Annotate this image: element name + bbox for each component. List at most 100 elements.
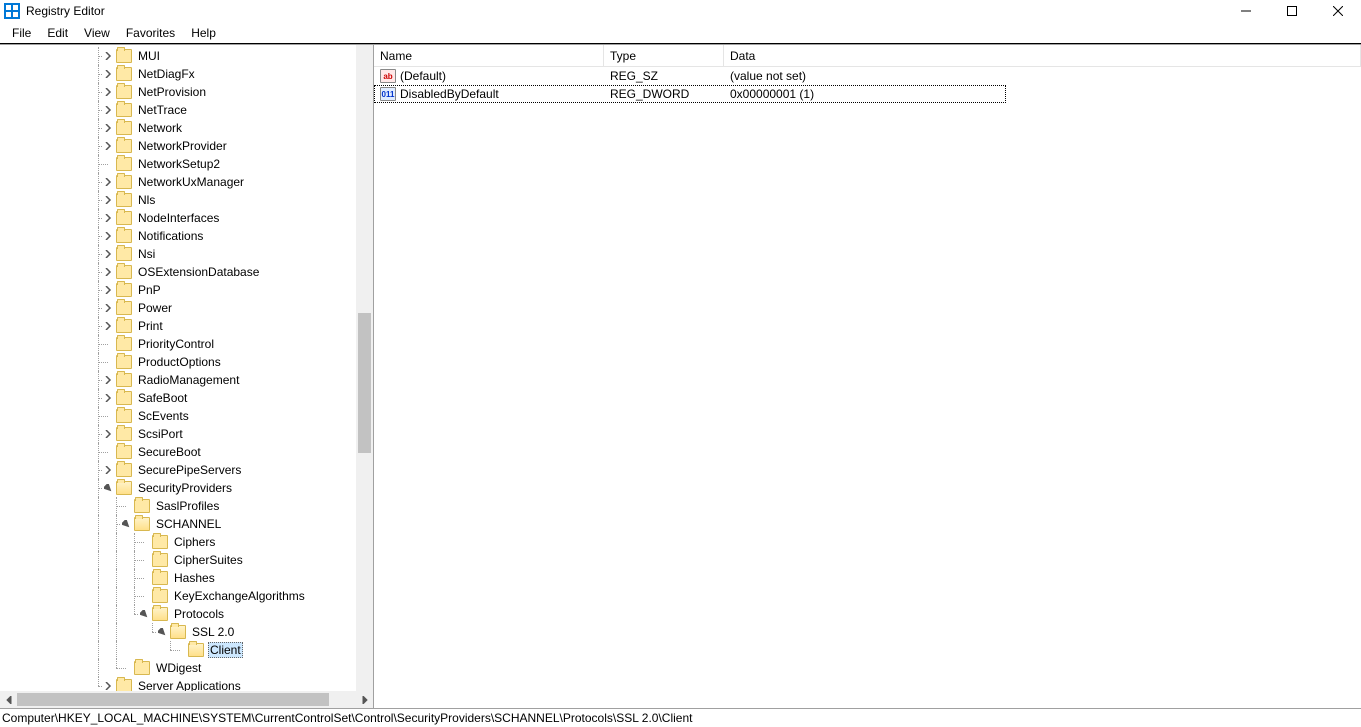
value-name: (Default)	[400, 69, 446, 83]
value-row[interactable]: 011DisabledByDefaultREG_DWORD0x00000001 …	[374, 85, 1006, 103]
tree-item[interactable]: NetProvision	[0, 83, 373, 101]
tree-item-label: PriorityControl	[136, 337, 216, 351]
expand-icon[interactable]	[102, 101, 114, 119]
tree-pane[interactable]: MUINetDiagFxNetProvisionNetTraceNetworkN…	[0, 45, 374, 708]
expand-icon[interactable]	[102, 209, 114, 227]
folder-icon	[116, 67, 132, 81]
tree-item[interactable]: OSExtensionDatabase	[0, 263, 373, 281]
tree-item[interactable]: SecurePipeServers	[0, 461, 373, 479]
menu-favorites[interactable]: Favorites	[118, 24, 183, 42]
tree-item[interactable]: NetworkSetup2	[0, 155, 373, 173]
collapse-icon[interactable]	[138, 605, 150, 623]
expand-icon[interactable]	[102, 371, 114, 389]
tree-item[interactable]: RadioManagement	[0, 371, 373, 389]
expand-icon[interactable]	[102, 119, 114, 137]
tree-item[interactable]: Hashes	[0, 569, 373, 587]
tree-item[interactable]: KeyExchangeAlgorithms	[0, 587, 373, 605]
expand-icon[interactable]	[102, 245, 114, 263]
expand-icon[interactable]	[102, 191, 114, 209]
tree-item-label: ScEvents	[136, 409, 191, 423]
tree-item[interactable]: PriorityControl	[0, 335, 373, 353]
maximize-button[interactable]	[1269, 0, 1315, 22]
tree-item-label: Protocols	[172, 607, 226, 621]
tree-item[interactable]: Client	[0, 641, 373, 659]
address-bar[interactable]: Computer\HKEY_LOCAL_MACHINE\SYSTEM\Curre…	[0, 708, 1361, 727]
tree-item[interactable]: NetDiagFx	[0, 65, 373, 83]
tree-item[interactable]: SSL 2.0	[0, 623, 373, 641]
tree-item[interactable]: Notifications	[0, 227, 373, 245]
collapse-icon[interactable]	[120, 515, 132, 533]
tree-item-label: OSExtensionDatabase	[136, 265, 261, 279]
expand-icon[interactable]	[102, 137, 114, 155]
tree-item-label: SecurePipeServers	[136, 463, 243, 477]
expand-icon[interactable]	[102, 47, 114, 65]
tree-item[interactable]: Nsi	[0, 245, 373, 263]
tree-item[interactable]: ProductOptions	[0, 353, 373, 371]
tree-item[interactable]: MUI	[0, 47, 373, 65]
menu-edit[interactable]: Edit	[39, 24, 76, 42]
tree-item[interactable]: Protocols	[0, 605, 373, 623]
values-pane[interactable]: Name Type Data ab(Default)REG_SZ(value n…	[374, 45, 1361, 708]
expand-icon[interactable]	[102, 83, 114, 101]
column-header-type[interactable]: Type	[604, 45, 724, 67]
tree-item[interactable]: WDigest	[0, 659, 373, 677]
tree-item[interactable]: Server Applications	[0, 677, 373, 691]
folder-icon	[152, 553, 168, 567]
folder-icon	[116, 445, 132, 459]
tree-horizontal-scrollbar[interactable]	[0, 691, 373, 708]
expand-icon[interactable]	[102, 173, 114, 191]
expand-icon[interactable]	[102, 461, 114, 479]
expand-icon[interactable]	[102, 281, 114, 299]
tree-item[interactable]: PnP	[0, 281, 373, 299]
tree-item[interactable]: SafeBoot	[0, 389, 373, 407]
close-button[interactable]	[1315, 0, 1361, 22]
scroll-right-arrow-icon[interactable]	[356, 691, 373, 708]
tree-item[interactable]: ScsiPort	[0, 425, 373, 443]
scrollbar-thumb[interactable]	[17, 693, 329, 706]
tree-item[interactable]: Power	[0, 299, 373, 317]
expand-icon[interactable]	[102, 227, 114, 245]
tree-item[interactable]: SCHANNEL	[0, 515, 373, 533]
expand-icon[interactable]	[102, 317, 114, 335]
value-row[interactable]: ab(Default)REG_SZ(value not set)	[374, 67, 1361, 85]
menu-file[interactable]: File	[4, 24, 39, 42]
tree-item[interactable]: NetworkUxManager	[0, 173, 373, 191]
tree-item-label: NetworkSetup2	[136, 157, 222, 171]
tree-vertical-scrollbar[interactable]	[356, 45, 373, 691]
menu-help[interactable]: Help	[183, 24, 224, 42]
tree-item[interactable]: Print	[0, 317, 373, 335]
tree-item-label: WDigest	[154, 661, 203, 675]
expand-icon[interactable]	[102, 299, 114, 317]
folder-icon	[116, 211, 132, 225]
tree-item[interactable]: NetworkProvider	[0, 137, 373, 155]
menu-view[interactable]: View	[76, 24, 118, 42]
column-header-name[interactable]: Name	[374, 45, 604, 67]
folder-icon	[152, 535, 168, 549]
collapse-icon[interactable]	[156, 623, 168, 641]
tree-item[interactable]: Nls	[0, 191, 373, 209]
tree-item-label: ScsiPort	[136, 427, 185, 441]
tree-item[interactable]: NetTrace	[0, 101, 373, 119]
tree-item[interactable]: SecurityProviders	[0, 479, 373, 497]
expand-icon[interactable]	[102, 425, 114, 443]
folder-icon	[116, 139, 132, 153]
expand-icon[interactable]	[102, 263, 114, 281]
expand-icon[interactable]	[102, 65, 114, 83]
expand-icon[interactable]	[102, 677, 114, 691]
tree-item-label: KeyExchangeAlgorithms	[172, 589, 307, 603]
tree-item[interactable]: CipherSuites	[0, 551, 373, 569]
minimize-button[interactable]	[1223, 0, 1269, 22]
tree-item[interactable]: ScEvents	[0, 407, 373, 425]
column-header-data[interactable]: Data	[724, 45, 1361, 67]
scrollbar-thumb[interactable]	[358, 313, 371, 453]
tree-item[interactable]: SecureBoot	[0, 443, 373, 461]
scroll-left-arrow-icon[interactable]	[0, 691, 17, 708]
tree-item[interactable]: Network	[0, 119, 373, 137]
tree-item[interactable]: Ciphers	[0, 533, 373, 551]
tree-item[interactable]: NodeInterfaces	[0, 209, 373, 227]
expand-icon[interactable]	[102, 389, 114, 407]
tree-item[interactable]: SaslProfiles	[0, 497, 373, 515]
collapse-icon[interactable]	[102, 479, 114, 497]
folder-icon	[116, 355, 132, 369]
tree-item-label: Power	[136, 301, 174, 315]
